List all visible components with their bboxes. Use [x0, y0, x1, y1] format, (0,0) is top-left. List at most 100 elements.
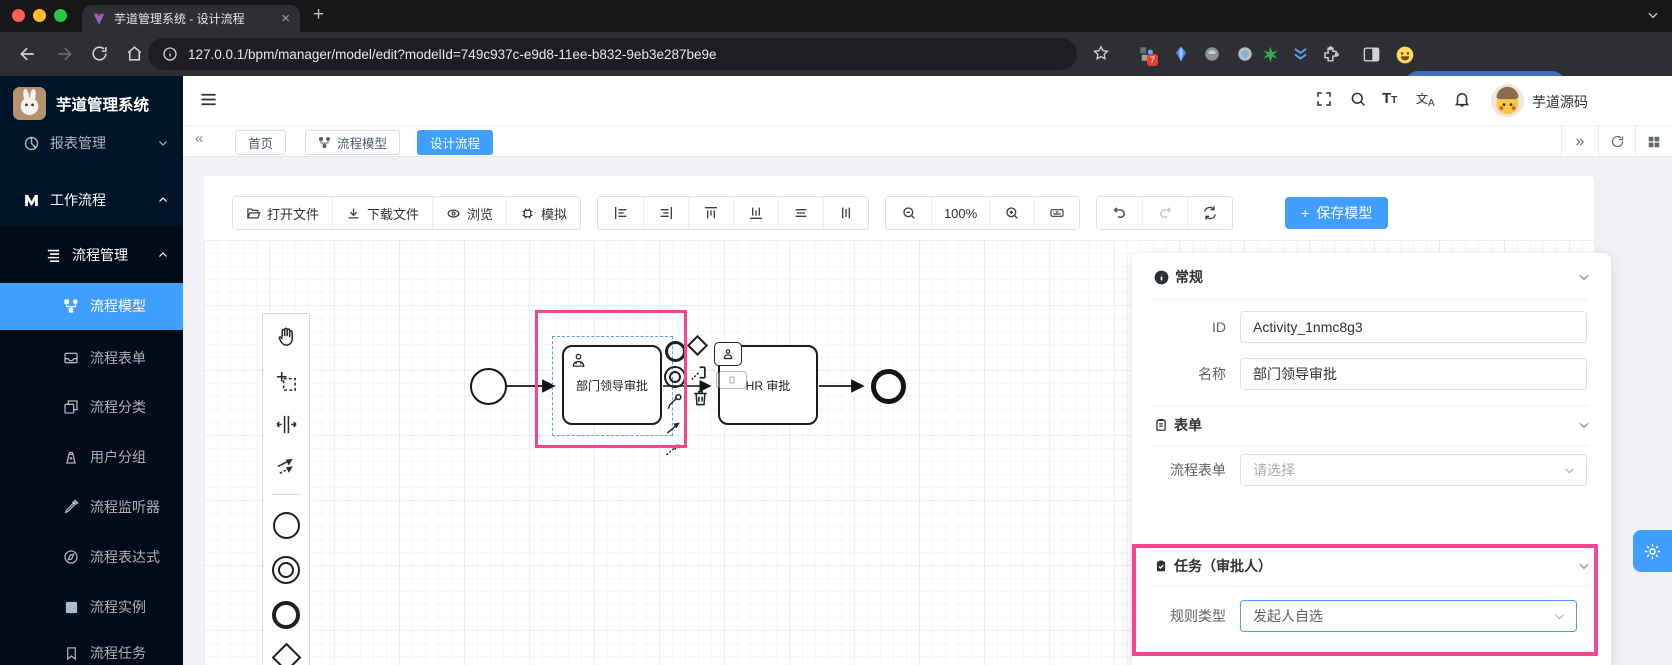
pad-connect-icon[interactable] — [665, 418, 684, 437]
pad-append-subprocess[interactable] — [716, 371, 747, 389]
lasso-tool[interactable] — [263, 370, 309, 393]
pad-append-end-event[interactable] — [665, 341, 686, 362]
sidebar-item-process-expression[interactable]: 流程表达式 — [0, 537, 183, 577]
new-tab-button[interactable]: + — [313, 4, 324, 26]
font-size-icon[interactable]: TT — [1382, 90, 1397, 107]
close-tab-icon[interactable]: × — [281, 11, 290, 26]
site-info-icon[interactable] — [162, 46, 178, 62]
id-input[interactable] — [1240, 311, 1587, 343]
back-icon[interactable] — [18, 44, 38, 64]
sidebar-item-user-group[interactable]: 用户分组 — [0, 437, 183, 477]
align-top-button[interactable] — [688, 197, 733, 229]
process-form-select[interactable]: 请选择 — [1240, 454, 1587, 486]
reset-zoom-button[interactable] — [1034, 197, 1079, 229]
search-icon[interactable] — [1349, 90, 1367, 108]
address-bar[interactable]: 127.0.0.1/bpm/manager/model/edit?modelId… — [148, 38, 1077, 70]
tab-process-model[interactable]: 流程模型 — [305, 130, 400, 155]
scroll-left-icon[interactable]: « — [195, 130, 203, 147]
section-form-header[interactable]: 表单 — [1154, 415, 1591, 435]
pad-connect-dashed-icon[interactable] — [664, 439, 683, 458]
pad-change-type-wrench-icon[interactable] — [666, 393, 684, 411]
url-text[interactable]: 127.0.0.1/bpm/manager/model/edit?modelId… — [188, 47, 717, 62]
user-name[interactable]: 芋道源码 — [1532, 92, 1588, 112]
home-icon[interactable] — [125, 44, 144, 63]
sidebar-item-report[interactable]: 报表管理 — [0, 123, 183, 163]
extension-icon-6[interactable] — [1291, 45, 1310, 64]
align-left-button[interactable] — [598, 197, 643, 229]
side-panel-icon[interactable] — [1362, 45, 1381, 64]
create-end-event[interactable] — [263, 601, 309, 629]
sidebar-item-process-model[interactable]: 流程模型 — [0, 286, 183, 326]
restart-button[interactable] — [1187, 197, 1232, 229]
notification-bell-icon[interactable] — [1453, 90, 1471, 108]
extension-icon-1[interactable]: 7 — [1138, 45, 1156, 63]
sidebar-item-process-listener[interactable]: 流程监听器 — [0, 487, 183, 527]
tab-design-process[interactable]: 设计流程 — [417, 130, 493, 155]
chevron-down-icon[interactable] — [1577, 418, 1591, 432]
space-tool[interactable] — [263, 413, 309, 436]
browser-tab[interactable]: 芋道管理系统 - 设计流程 × — [82, 5, 300, 32]
undo-button[interactable] — [1097, 197, 1142, 229]
align-bottom-button[interactable] — [733, 197, 778, 229]
create-intermediate-event[interactable] — [263, 556, 309, 584]
zoom-out-button[interactable] — [886, 197, 931, 229]
hand-tool[interactable] — [263, 325, 309, 348]
section-general-header[interactable]: 常规 — [1154, 267, 1591, 287]
pad-delete-trash-icon[interactable] — [691, 388, 710, 407]
save-model-button[interactable]: + 保存模型 — [1285, 197, 1388, 229]
sidebar-item-process-form[interactable]: 流程表单 — [0, 338, 183, 378]
zoom-in-button[interactable] — [989, 197, 1034, 229]
minimize-window-button[interactable] — [33, 9, 46, 22]
sidebar-item-process-instance[interactable]: 流程实例 — [0, 587, 183, 627]
panel-settings-button[interactable] — [1633, 530, 1672, 572]
tab-home[interactable]: 首页 — [235, 130, 286, 155]
scroll-right-icon[interactable]: » — [1561, 126, 1598, 157]
global-connect-tool[interactable] — [263, 454, 309, 477]
layout-grid-icon[interactable] — [1635, 126, 1672, 157]
chevron-down-icon[interactable] — [1577, 559, 1591, 573]
align-center-vertical-button[interactable] — [823, 197, 868, 229]
create-gateway[interactable] — [263, 647, 309, 665]
profile-avatar-icon[interactable] — [1395, 45, 1415, 65]
forward-icon[interactable] — [54, 44, 74, 64]
name-input[interactable] — [1240, 358, 1587, 390]
pad-append-intermediate-event[interactable] — [664, 366, 686, 388]
zoom-window-button[interactable] — [54, 9, 67, 22]
open-file-button[interactable]: 打开文件 — [233, 197, 332, 229]
refresh-page-icon[interactable] — [1598, 126, 1635, 157]
user-task-dept-leader[interactable]: 部门领导审批 — [562, 345, 662, 425]
sidebar-item-process-task[interactable]: 流程任务 — [0, 633, 183, 665]
language-icon[interactable]: 文A — [1416, 90, 1435, 109]
download-file-button[interactable]: 下载文件 — [332, 197, 432, 229]
pad-append-gateway[interactable] — [690, 338, 705, 353]
reload-icon[interactable] — [90, 44, 109, 63]
chevron-down-icon[interactable] — [1577, 270, 1591, 284]
align-center-horizontal-button[interactable] — [778, 197, 823, 229]
fullscreen-icon[interactable] — [1315, 90, 1333, 108]
redo-button[interactable] — [1142, 197, 1187, 229]
sidebar-item-process-mgmt[interactable]: 流程管理 — [0, 235, 183, 275]
section-task-header[interactable]: 任务（审批人） — [1154, 556, 1591, 576]
user-avatar[interactable] — [1491, 84, 1524, 117]
app-logo-row[interactable]: 芋道管理系统 — [13, 87, 149, 120]
tab-search-icon[interactable] — [1646, 8, 1660, 22]
align-right-button[interactable] — [643, 197, 688, 229]
extension-icon-2[interactable] — [1172, 45, 1190, 63]
end-event[interactable] — [871, 369, 906, 404]
bookmark-star-icon[interactable] — [1092, 44, 1110, 62]
sidebar-item-workflow[interactable]: 工作流程 — [0, 180, 183, 220]
start-event[interactable] — [470, 368, 507, 405]
simulate-button[interactable]: 模拟 — [506, 197, 580, 229]
close-window-button[interactable] — [12, 9, 25, 22]
rule-type-select[interactable]: 发起人自选 — [1240, 600, 1577, 632]
preview-button[interactable]: 浏览 — [432, 197, 506, 229]
extension-icon-5[interactable] — [1261, 45, 1280, 64]
extension-icon-3[interactable] — [1203, 45, 1221, 63]
pad-text-annotation-icon[interactable] — [690, 362, 711, 383]
extension-icon-4[interactable] — [1236, 45, 1254, 63]
extensions-puzzle-icon[interactable] — [1321, 45, 1340, 64]
pad-append-user-task[interactable] — [714, 342, 742, 366]
menu-hamburger-icon[interactable] — [199, 90, 218, 109]
create-start-event[interactable] — [263, 512, 309, 539]
sidebar-item-process-category[interactable]: 流程分类 — [0, 387, 183, 427]
